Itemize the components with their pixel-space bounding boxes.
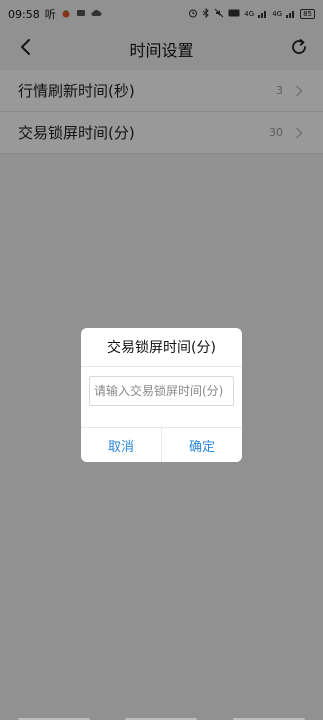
lock-time-dialog: 交易锁屏时间(分) 取消 确定 [81, 328, 242, 462]
cancel-button[interactable]: 取消 [81, 428, 161, 462]
bottom-indicators [0, 716, 323, 720]
dialog-actions: 取消 确定 [81, 427, 242, 462]
dialog-title: 交易锁屏时间(分) [81, 328, 242, 367]
lock-time-input[interactable] [89, 376, 234, 406]
confirm-button[interactable]: 确定 [161, 428, 242, 462]
